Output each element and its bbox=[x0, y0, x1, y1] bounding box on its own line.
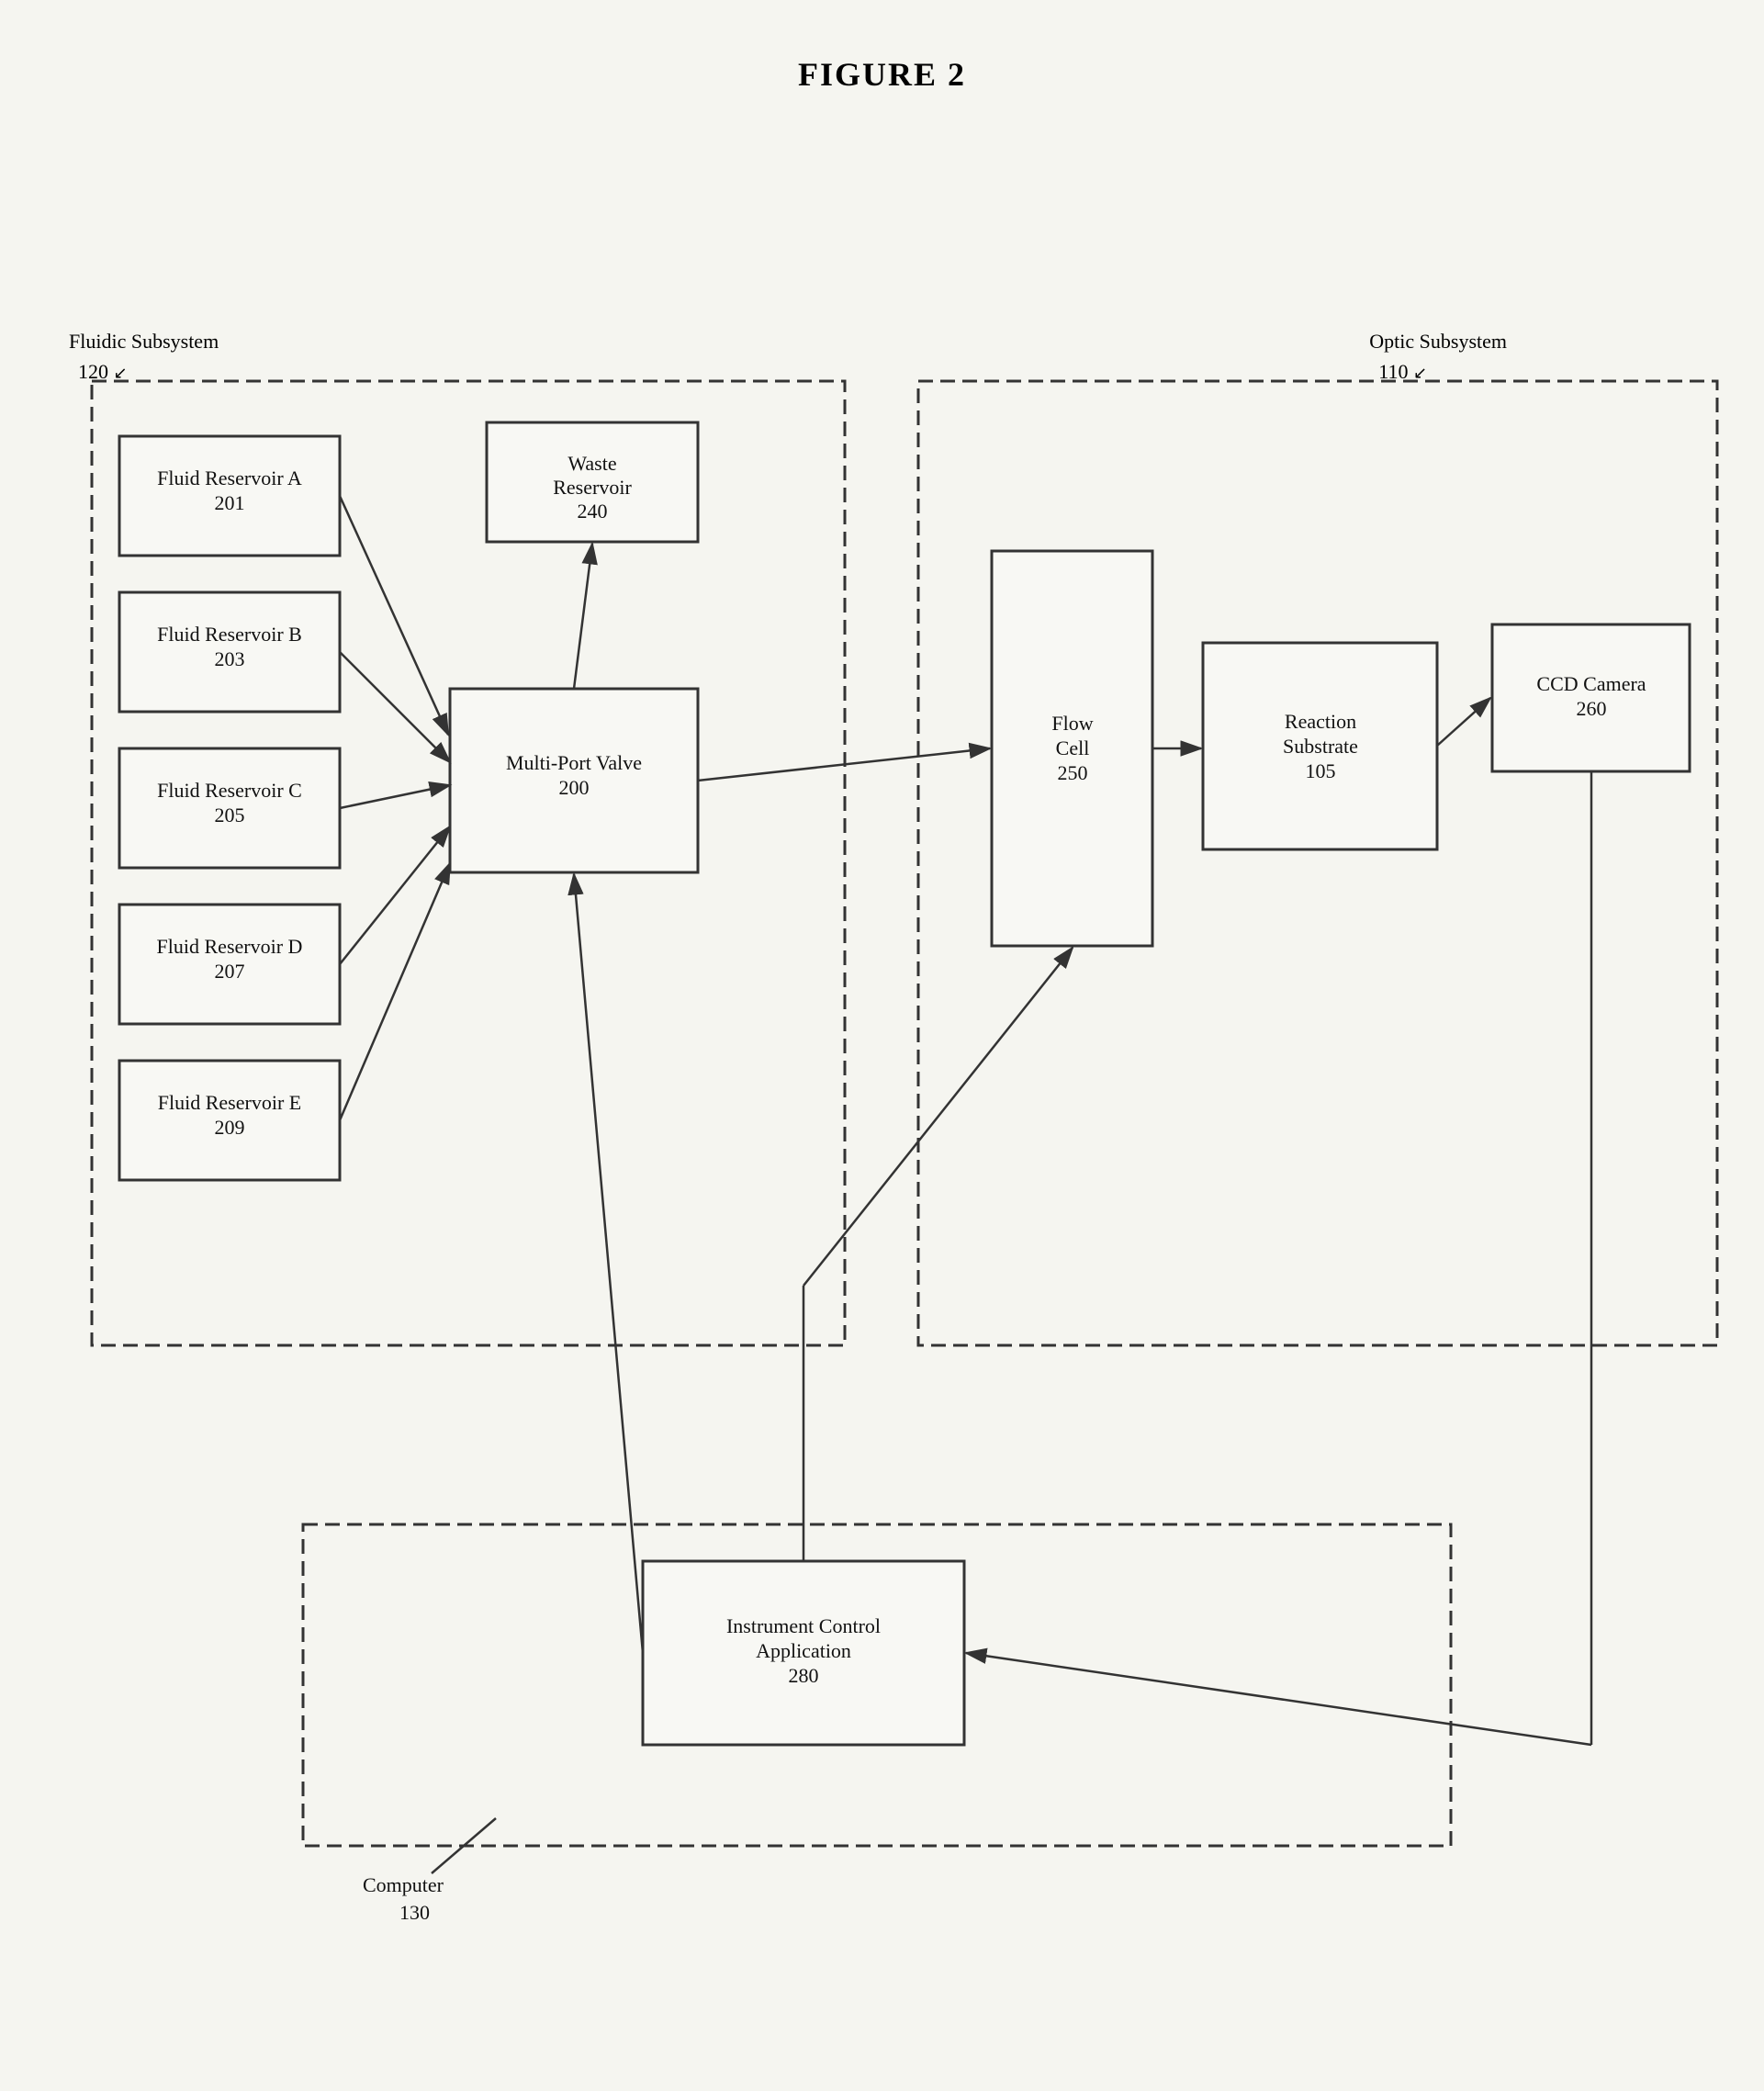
svg-text:CCD Camera: CCD Camera bbox=[1536, 672, 1646, 695]
svg-text:203: 203 bbox=[215, 647, 245, 670]
svg-text:205: 205 bbox=[215, 804, 245, 826]
svg-text:Fluid Reservoir E: Fluid Reservoir E bbox=[158, 1091, 301, 1114]
svg-text:201: 201 bbox=[215, 491, 245, 514]
svg-text:207: 207 bbox=[215, 960, 245, 983]
svg-text:Application: Application bbox=[756, 1639, 851, 1662]
computer-label: Computer bbox=[363, 1873, 444, 1896]
arrow-camera-to-ica bbox=[966, 1653, 1591, 1745]
computer-number: 130 bbox=[399, 1901, 430, 1924]
svg-text:200: 200 bbox=[559, 776, 590, 799]
arrow-valve-to-waste bbox=[574, 544, 592, 689]
svg-text:Reservoir: Reservoir bbox=[553, 476, 632, 499]
svg-text:105: 105 bbox=[1306, 759, 1336, 782]
arrow-e-to-valve bbox=[340, 863, 450, 1120]
arrow-a-to-valve bbox=[340, 496, 448, 735]
svg-text:280: 280 bbox=[789, 1664, 819, 1687]
svg-text:Fluid Reservoir B: Fluid Reservoir B bbox=[157, 623, 302, 646]
svg-text:260: 260 bbox=[1577, 697, 1607, 720]
diagram-svg: Fluid Reservoir A 201 Fluid Reservoir B … bbox=[0, 0, 1764, 2091]
svg-text:Substrate: Substrate bbox=[1283, 735, 1358, 758]
svg-text:Fluid Reservoir D: Fluid Reservoir D bbox=[157, 935, 303, 958]
arrow-d-to-valve bbox=[340, 826, 450, 964]
svg-text:Waste: Waste bbox=[567, 452, 616, 475]
svg-text:Reaction: Reaction bbox=[1285, 710, 1356, 733]
arrow-ica-to-valve bbox=[574, 874, 643, 1653]
svg-text:Multi-Port Valve: Multi-Port Valve bbox=[506, 751, 642, 774]
arrow-b-to-valve bbox=[340, 652, 450, 762]
arrow-substrate-to-camera bbox=[1437, 698, 1490, 746]
arrow-c-to-valve bbox=[340, 785, 450, 808]
svg-text:Instrument Control: Instrument Control bbox=[726, 1614, 881, 1637]
svg-text:250: 250 bbox=[1058, 761, 1088, 784]
svg-text:Cell: Cell bbox=[1056, 736, 1090, 759]
svg-text:Fluid Reservoir A: Fluid Reservoir A bbox=[157, 467, 302, 489]
svg-text:240: 240 bbox=[578, 500, 608, 523]
svg-text:209: 209 bbox=[215, 1116, 245, 1139]
svg-text:Flow: Flow bbox=[1051, 712, 1093, 735]
svg-text:Fluid Reservoir C: Fluid Reservoir C bbox=[157, 779, 302, 802]
